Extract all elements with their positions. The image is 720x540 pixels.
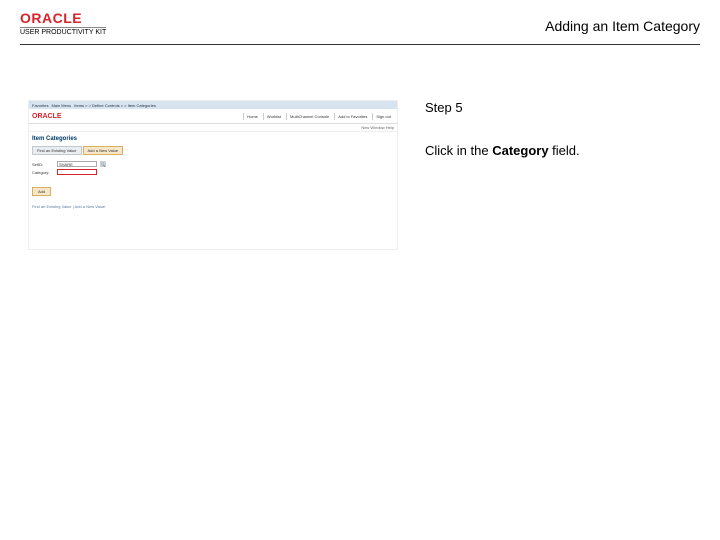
upk-subtitle: USER PRODUCTIVITY KIT — [20, 27, 106, 36]
breadcrumb-bar: Favorites Main Menu Items > > Define Con… — [29, 101, 397, 109]
nav-worklist[interactable]: Worklist — [263, 113, 284, 120]
tab-find-existing[interactable]: Find an Existing Value — [32, 146, 82, 155]
section-title: Item Categories — [29, 132, 397, 144]
oracle-logo: ORACLE — [20, 10, 106, 26]
setid-value: SHARE — [59, 162, 73, 167]
instruction-panel: Step 5 Click in the Category field. — [425, 100, 685, 158]
setid-field[interactable]: SHARE — [57, 161, 97, 167]
step-number: Step 5 — [425, 100, 685, 115]
nav-add-favorites[interactable]: Add to Favorites — [334, 113, 370, 120]
screenshot-footer: Find an Existing Value | Add a New Value — [29, 200, 397, 214]
breadcrumb-main-menu[interactable]: Main Menu — [51, 103, 71, 108]
page-title: Adding an Item Category — [545, 18, 700, 34]
category-label: Category: — [32, 170, 54, 175]
nav-signout[interactable]: Sign out — [372, 113, 394, 120]
footer-links[interactable]: Find an Existing Value | Add a New Value — [32, 204, 105, 209]
setid-label: SetID: — [32, 162, 54, 167]
app-subrow[interactable]: New Window Help — [29, 124, 397, 132]
app-screenshot: Favorites Main Menu Items > > Define Con… — [28, 100, 398, 250]
form-area: SetID: SHARE 🔍 Category: — [32, 159, 394, 179]
step-text-bold: Category — [492, 143, 548, 158]
breadcrumb-favorites[interactable]: Favorites — [32, 103, 48, 108]
category-field[interactable] — [57, 169, 97, 175]
category-row: Category: — [32, 169, 394, 175]
nav-mcfc[interactable]: MultiChannel Console — [286, 113, 332, 120]
app-oracle-logo: ORACLE — [32, 113, 62, 120]
setid-lookup-icon[interactable]: 🔍 — [100, 161, 106, 167]
tab-add-new[interactable]: Add a New Value — [83, 146, 124, 155]
step-text-suffix: field. — [549, 143, 580, 158]
brand-logo-block: ORACLE USER PRODUCTIVITY KIT — [20, 10, 106, 36]
step-text-prefix: Click in the — [425, 143, 492, 158]
nav-home[interactable]: Home — [243, 113, 261, 120]
app-header-row: ORACLE Home Worklist MultiChannel Consol… — [29, 109, 397, 124]
page-header: ORACLE USER PRODUCTIVITY KIT Adding an I… — [20, 0, 700, 45]
app-nav: Home Worklist MultiChannel Console Add t… — [243, 113, 394, 120]
setid-row: SetID: SHARE 🔍 — [32, 161, 394, 167]
step-text: Click in the Category field. — [425, 143, 685, 158]
tab-bar: Find an Existing Value Add a New Value — [32, 146, 394, 155]
add-button[interactable]: Add — [32, 187, 51, 196]
breadcrumb-path: Items > > Define Controls > > Item Categ… — [74, 103, 156, 108]
